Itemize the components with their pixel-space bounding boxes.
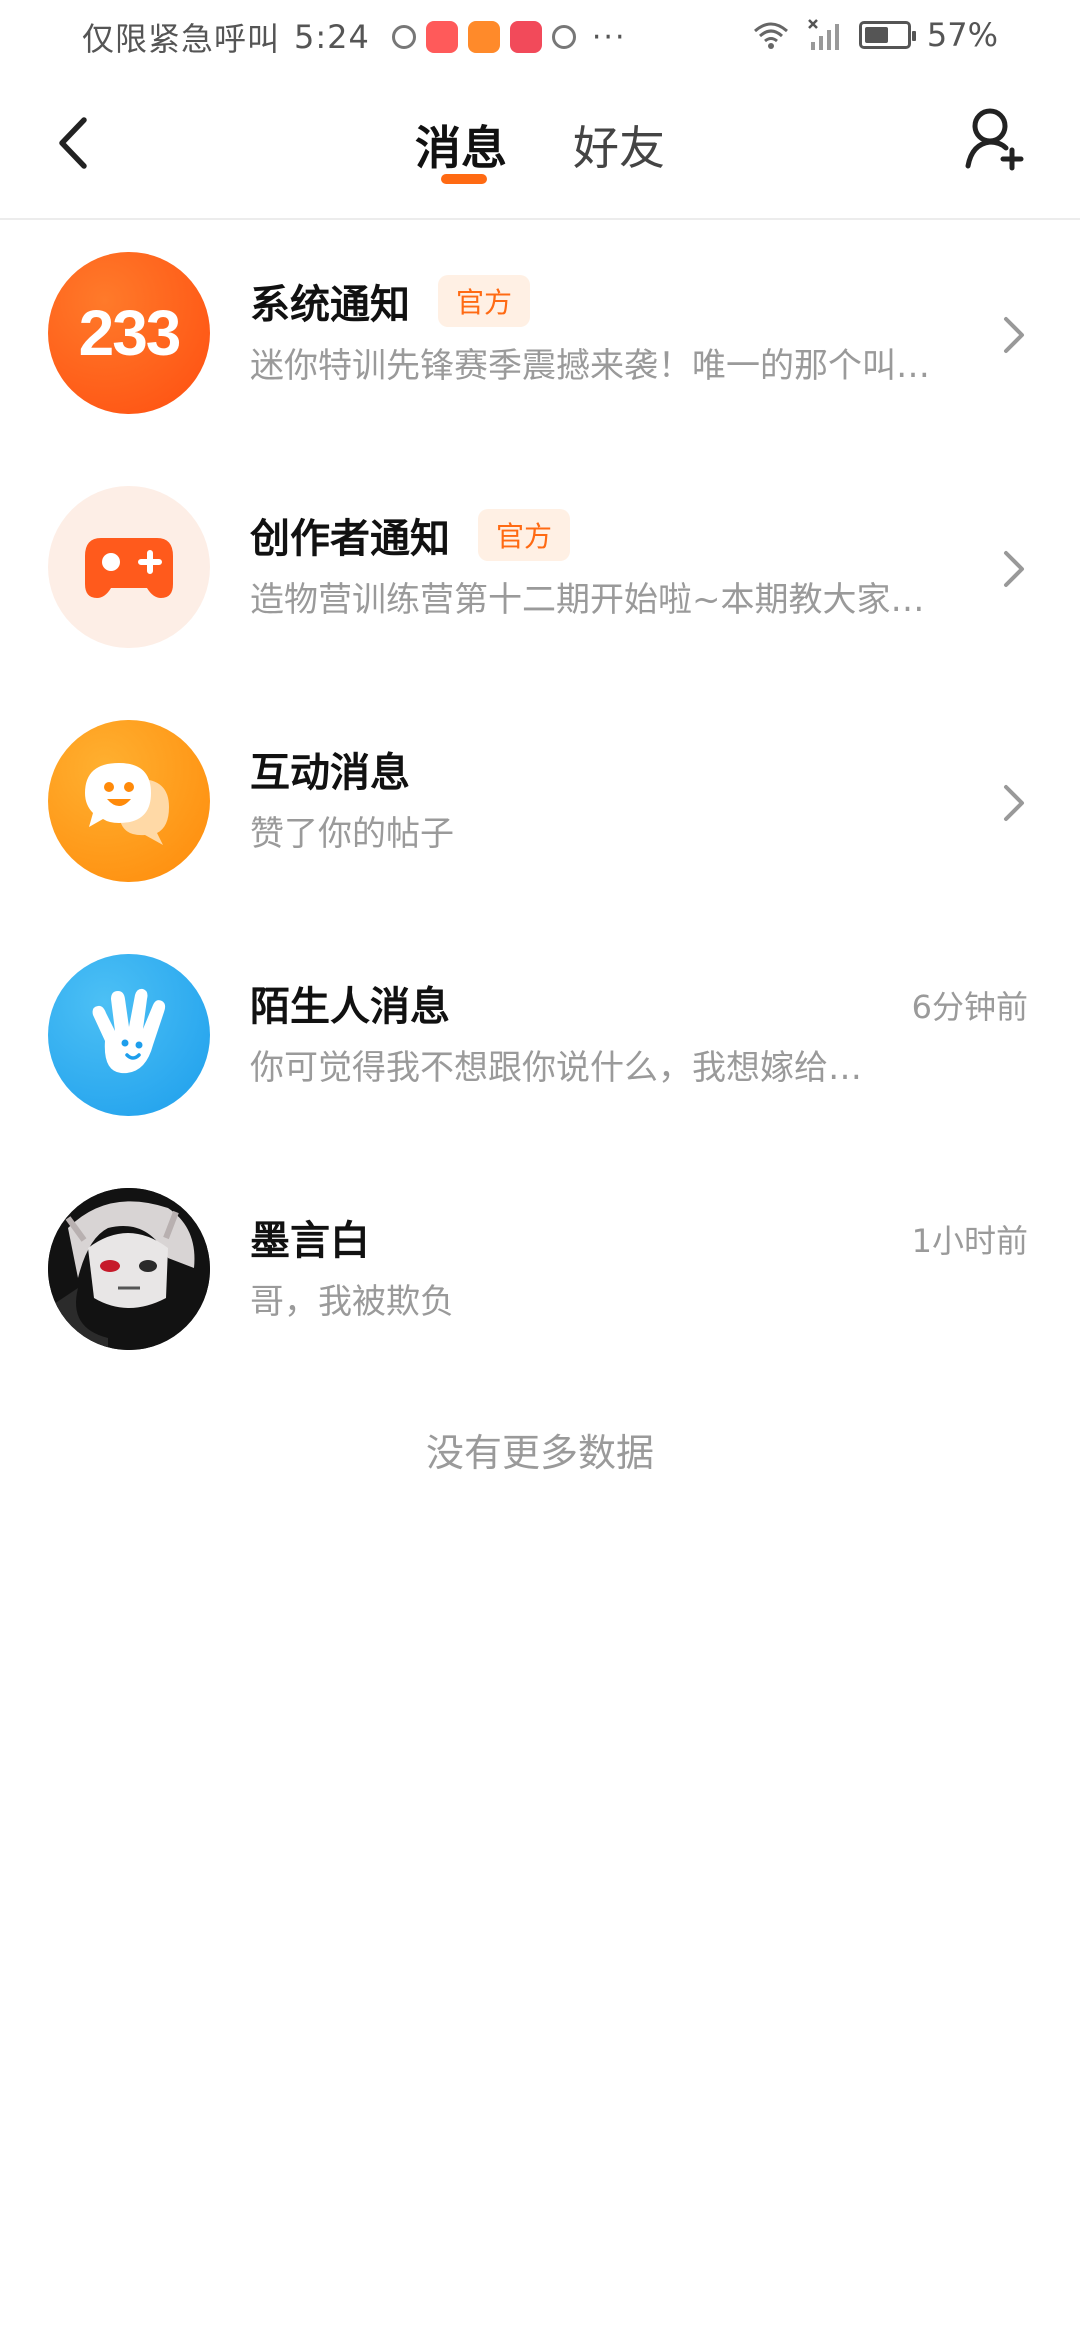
add-user-icon [965,108,1024,171]
item-preview: 造物营训练营第十二期开始啦~本期教大家… [250,580,925,620]
item-title: 互动消息 [250,750,410,796]
item-title-row: 系统通知 官方 [250,272,531,330]
active-tab-indicator [441,174,487,184]
battery-percent: 57% [926,16,998,54]
no-more-data-label: 没有更多数据 [425,1431,654,1475]
item-timestamp: 1小时前 [911,1222,1028,1260]
item-preview: 赞了你的帖子 [250,814,454,854]
chevron-right-icon [994,310,1034,360]
carrier-text: 仅限紧急呼叫 [82,20,281,58]
list-item-interaction[interactable]: 互动消息 赞了你的帖子 [0,688,1080,922]
waving-hand-icon [48,954,210,1116]
item-title: 墨言白 [250,1218,370,1264]
video-app-icon [467,21,500,53]
logo-233-icon: 233 [48,252,210,414]
tab-messages[interactable]: 消息 [411,112,511,178]
item-title: 创作者通知 [250,516,450,562]
wifi-icon [753,22,788,49]
clock: 5:24 [294,18,370,56]
top-nav-bar: 消息 好友 [0,76,1080,220]
official-badge: 官方 [438,275,531,327]
chat-bubble-smile-icon [48,720,210,882]
item-title-row: 创作者通知 官方 [250,506,571,564]
status-bar: 仅限紧急呼叫 5:24 ··· 57% [0,0,1080,76]
list-item-system-notice[interactable]: 233 系统通知 官方 迷你特训先锋赛季震撼来袭！唯一的那个叫… [0,220,1080,454]
status-right: 57% [751,16,998,54]
huawei-store-icon [425,21,458,53]
status-left: 仅限紧急呼叫 5:24 ··· [82,14,626,60]
list-item-stranger[interactable]: 陌生人消息 6分钟前 你可觉得我不想跟你说什么，我想嫁给… [0,922,1080,1156]
official-badge: 官方 [478,509,571,561]
list-item-creator-notice[interactable]: 创作者通知 官方 造物营训练营第十二期开始啦~本期教大家… [0,454,1080,688]
item-title: 系统通知 [250,282,410,328]
item-title-row: 互动消息 [250,740,410,798]
list-item-conversation[interactable]: 墨言白 1小时前 哥，我被欺负 [0,1156,1080,1390]
notification-app-icon [391,25,416,49]
message-list: 233 系统通知 官方 迷你特训先锋赛季震撼来袭！唯一的那个叫… 创作者通知 官… [0,220,1080,1390]
user-avatar[interactable] [48,1188,210,1350]
cellular-signal-icon [807,19,839,50]
add-friend-button[interactable] [962,104,1028,174]
battery-icon [858,21,916,49]
reader-app-icon [509,21,542,53]
chevron-right-icon [994,778,1034,828]
chevron-right-icon [994,544,1034,594]
more-notifications-icon: ··· [591,19,627,55]
message-tabs: 消息 好友 [0,112,1080,178]
logo-233-text: 233 [78,297,182,369]
notification-app-icon-2 [551,25,576,49]
gamepad-icon [48,486,210,648]
item-title: 陌生人消息 [250,984,450,1030]
item-timestamp: 6分钟前 [911,988,1028,1026]
item-preview: 迷你特训先锋赛季震撼来袭！唯一的那个叫… [250,346,930,386]
item-preview: 哥，我被欺负 [250,1282,454,1322]
tab-friends[interactable]: 好友 [569,112,669,178]
item-title-row: 墨言白 [250,1208,370,1266]
battery-fill [864,27,888,43]
item-preview: 你可觉得我不想跟你说什么，我想嫁给… [250,1048,862,1088]
item-title-row: 陌生人消息 [250,974,450,1032]
